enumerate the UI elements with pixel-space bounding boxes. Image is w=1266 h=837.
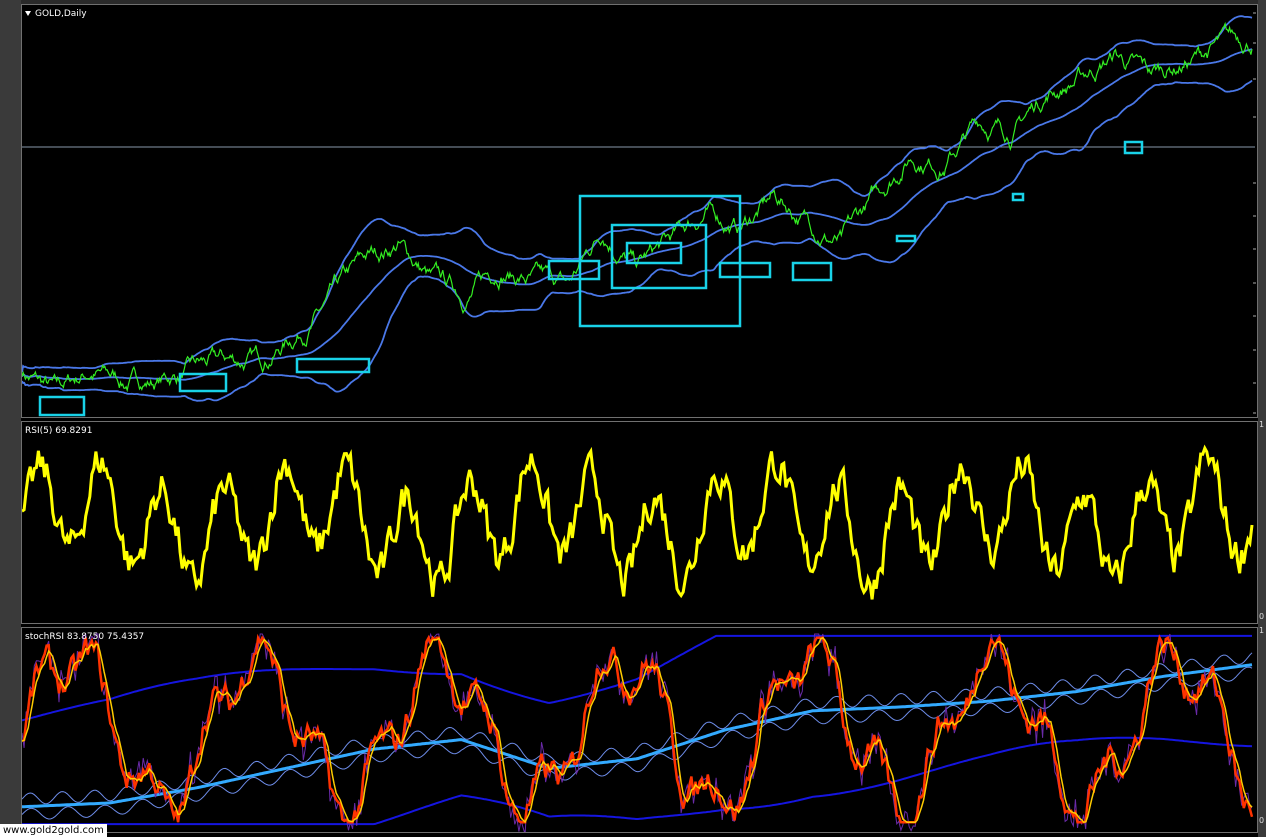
- highlight-box: [718, 261, 772, 279]
- stochrsi-scale-top: 1: [1259, 626, 1265, 635]
- stoch-slow-line: [22, 633, 1254, 824]
- rsi-scale-bottom: 0: [1259, 612, 1265, 621]
- highlight-box: [791, 261, 833, 282]
- highlight-box: [38, 395, 86, 417]
- rsi-pane-label: RSI(5) 69.8291: [25, 426, 93, 436]
- rsi-scale-top: 1: [1259, 420, 1265, 429]
- highlight-box: [295, 357, 371, 374]
- price-band-middle: [22, 48, 1253, 381]
- watermark: www.gold2gold.com: [0, 824, 107, 837]
- highlight-box: [578, 194, 742, 328]
- stochrsi-pane-label: stochRSI 83.8750 75.4357: [25, 632, 145, 642]
- price-pane-title: GOLD,Daily: [35, 9, 87, 19]
- rsi-line: [22, 444, 1254, 600]
- highlight-box: [895, 234, 917, 243]
- stochrsi-pane[interactable]: stochRSI 83.8750 75.4357 1 0: [21, 626, 1264, 833]
- price-pane-label: GOLD,Daily: [25, 9, 87, 19]
- price-band-lower: [22, 79, 1253, 402]
- price-chart: [22, 12, 1256, 417]
- price-pane[interactable]: GOLD,Daily: [21, 4, 1258, 418]
- window-right-border: [1258, 0, 1266, 837]
- price-band-upper: [22, 15, 1253, 373]
- rsi-pane[interactable]: RSI(5) 69.8291 1 0: [21, 420, 1264, 624]
- highlight-box: [1011, 192, 1025, 202]
- stochrsi-chart: [22, 632, 1254, 832]
- stochrsi-scale-bottom: 0: [1259, 816, 1265, 825]
- highlight-box: [178, 372, 228, 393]
- price-line: [22, 21, 1253, 393]
- stoch-band-upper: [22, 634, 1252, 722]
- window-left-border: [0, 0, 21, 837]
- dropdown-triangle-icon: [25, 11, 31, 16]
- rsi-chart: [22, 444, 1254, 600]
